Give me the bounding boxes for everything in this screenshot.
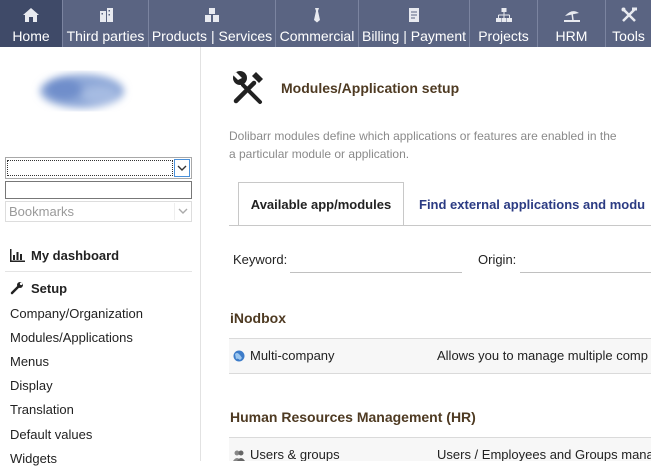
globe-icon: [233, 350, 245, 362]
page-title: Modules/Application setup: [281, 80, 460, 96]
building-icon: [97, 7, 115, 23]
top-menu: Home Third parties Products | Services C…: [0, 0, 651, 47]
tab-underline: [229, 225, 651, 226]
description-line-1: Dolibarr modules define which applicatio…: [229, 129, 617, 143]
menu-tools[interactable]: Tools: [606, 0, 651, 47]
bill-icon: [405, 7, 423, 23]
quick-search-input[interactable]: [5, 181, 192, 199]
menu-billing-payment-label: Billing | Payment: [361, 28, 466, 44]
module-row[interactable]: Multi-company Allows you to manage multi…: [229, 338, 651, 374]
menu-modules-applications[interactable]: Modules/Applications: [10, 330, 133, 346]
boxes-icon: [203, 7, 221, 23]
users-icon: [233, 449, 245, 461]
tools-icon: [620, 7, 638, 23]
keyword-label: Keyword:: [233, 252, 288, 267]
chevron-down-icon[interactable]: [174, 159, 190, 177]
module-name: Users & groups: [250, 447, 340, 461]
setup-link[interactable]: Setup: [10, 279, 67, 297]
tab-find-external-apps[interactable]: Find external applications and modu: [419, 182, 645, 226]
menu-default-values[interactable]: Default values: [10, 427, 92, 443]
menu-hrm[interactable]: HRM: [538, 0, 606, 47]
menu-company-organization[interactable]: Company/Organization: [10, 306, 143, 322]
menu-projects[interactable]: Projects: [470, 0, 538, 47]
section-title: Human Resources Management (HR): [230, 409, 476, 425]
select-focus-outline: [7, 160, 173, 176]
module-row[interactable]: Users & groups Users / Employees and Gro…: [229, 437, 651, 461]
section-title: iNodbox: [230, 310, 286, 326]
menu-commercial-label: Commercial: [279, 28, 355, 44]
module-description: Users / Employees and Groups mana: [437, 447, 651, 461]
menu-display[interactable]: Display: [10, 378, 53, 394]
keyword-input[interactable]: [290, 250, 462, 273]
my-dashboard-link[interactable]: My dashboard: [10, 246, 119, 264]
beach-icon: [563, 7, 581, 23]
menu-products-services[interactable]: Products | Services: [149, 0, 276, 47]
bar-chart-icon: [10, 248, 26, 262]
menu-projects-label: Projects: [478, 28, 529, 44]
origin-label: Origin:: [478, 252, 517, 267]
menu-billing-payment[interactable]: Billing | Payment: [359, 0, 470, 47]
menu-tools-label: Tools: [612, 28, 645, 44]
description-line-2: a particular module or application.: [229, 147, 410, 161]
tools-title-icon: [230, 68, 268, 106]
menu-third-parties-label: Third parties: [66, 28, 145, 44]
menu-third-parties[interactable]: Third parties: [63, 0, 149, 47]
main-content: Modules/Application setup Dolibarr modul…: [201, 47, 651, 461]
left-sidebar: Bookmarks My dashboard Setup Company/Org…: [0, 47, 201, 466]
menu-menus[interactable]: Menus: [10, 354, 49, 370]
quick-search-select[interactable]: [5, 157, 192, 179]
menu-hrm-label: HRM: [555, 28, 588, 44]
page-description: Dolibarr modules define which applicatio…: [229, 127, 651, 163]
divider: [5, 271, 192, 272]
origin-input[interactable]: [520, 250, 651, 273]
menu-products-services-label: Products | Services: [151, 28, 273, 44]
wrench-icon: [10, 281, 26, 295]
home-icon: [22, 7, 40, 23]
bookmarks-select[interactable]: Bookmarks: [5, 201, 192, 222]
bookmarks-chevron-icon: [174, 203, 190, 220]
menu-translation[interactable]: Translation: [10, 402, 74, 418]
menu-home-label: Home: [12, 28, 50, 44]
setup-label: Setup: [31, 280, 68, 296]
menu-widgets[interactable]: Widgets: [10, 451, 57, 467]
my-dashboard-label: My dashboard: [31, 247, 120, 263]
module-name: Multi-company: [250, 348, 335, 363]
tab-available-modules[interactable]: Available app/modules: [238, 182, 404, 226]
menu-commercial[interactable]: Commercial: [276, 0, 359, 47]
company-logo: [30, 65, 134, 117]
tie-icon: [308, 7, 326, 23]
bookmarks-label: Bookmarks: [9, 204, 75, 219]
sitemap-icon: [495, 7, 513, 23]
menu-home[interactable]: Home: [0, 0, 63, 47]
module-description: Allows you to manage multiple comp: [437, 348, 648, 363]
